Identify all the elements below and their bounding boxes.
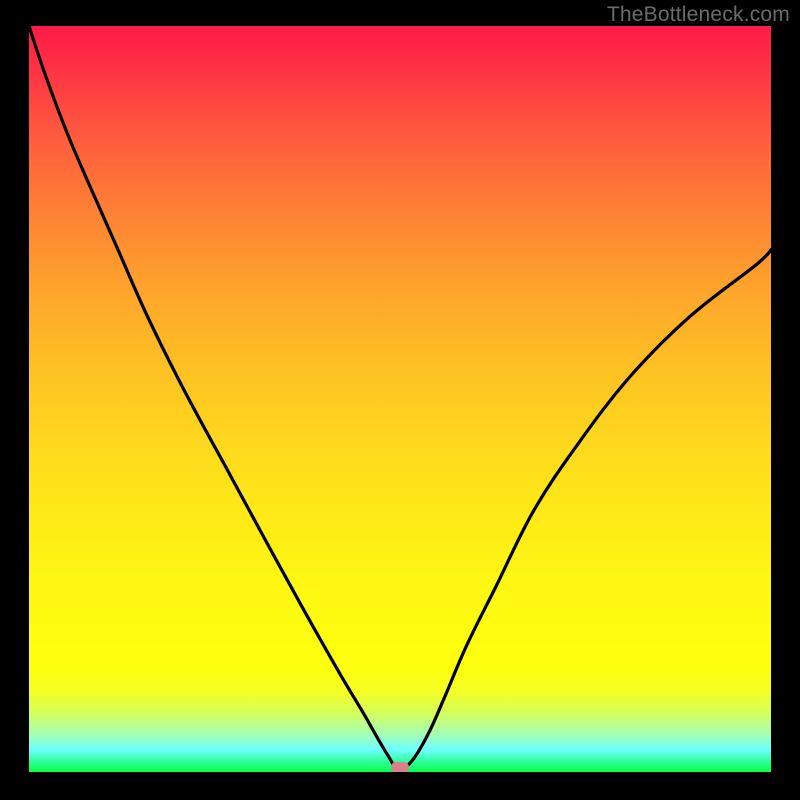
bottleneck-curve	[29, 26, 771, 772]
optimal-point-marker	[391, 762, 409, 772]
watermark-text: TheBottleneck.com	[607, 3, 790, 27]
chart-frame: TheBottleneck.com	[0, 0, 800, 800]
plot-area	[29, 26, 771, 772]
